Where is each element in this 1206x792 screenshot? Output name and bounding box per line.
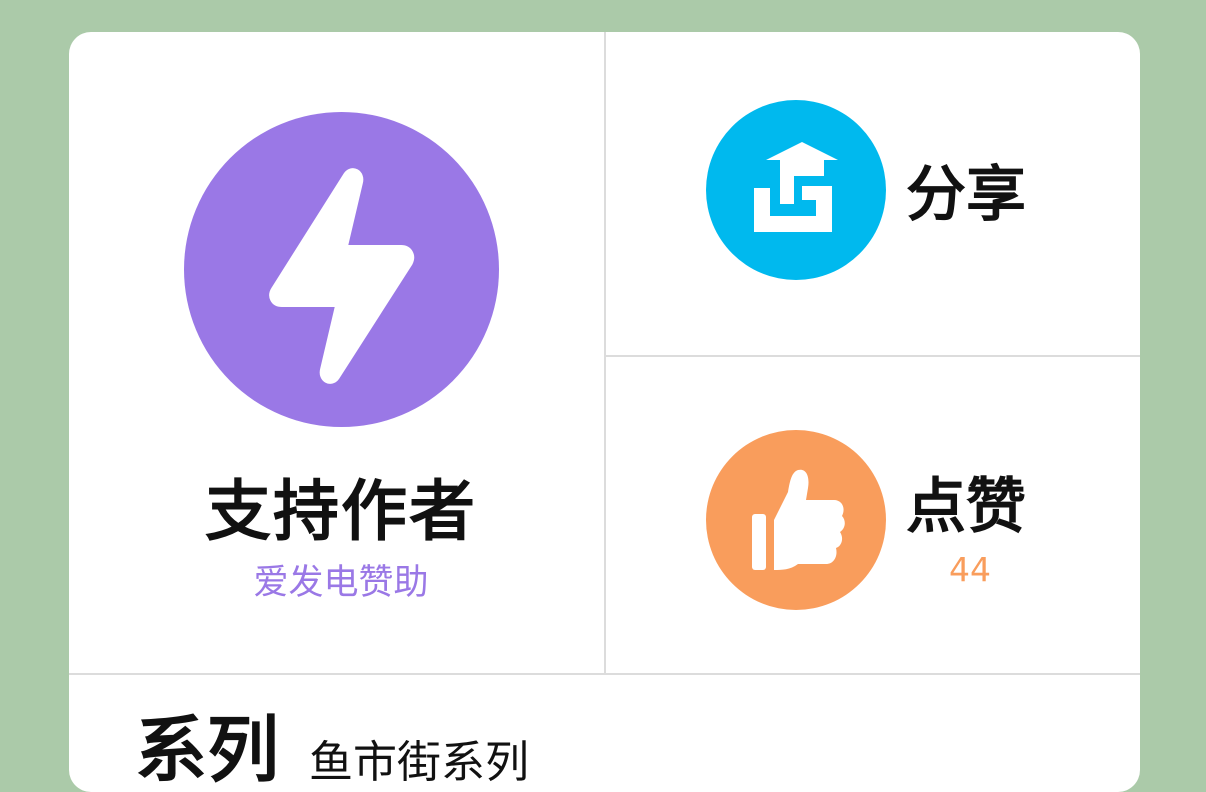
support-author-button[interactable]: 支持作者 爱发电赞助 bbox=[69, 32, 604, 673]
support-title: 支持作者 bbox=[205, 473, 477, 550]
share-label: 分享 bbox=[906, 160, 1026, 230]
share-icon bbox=[706, 100, 886, 280]
thumbs-up-icon bbox=[706, 430, 886, 610]
like-button[interactable]: 点赞 44 bbox=[606, 357, 1140, 673]
support-subtitle: 爱发电赞助 bbox=[253, 563, 429, 603]
action-card: 支持作者 爱发电赞助 分享 点赞 44 系列 鱼市街系列 bbox=[69, 32, 1140, 792]
series-title: 系列 bbox=[135, 708, 280, 792]
share-button[interactable]: 分享 bbox=[606, 32, 1140, 355]
like-label: 点赞 bbox=[906, 472, 1026, 542]
like-count: 44 bbox=[949, 550, 991, 589]
lightning-icon bbox=[184, 112, 499, 427]
series-name[interactable]: 鱼市街系列 bbox=[309, 733, 529, 792]
series-section[interactable]: 系列 鱼市街系列 bbox=[69, 675, 1140, 792]
